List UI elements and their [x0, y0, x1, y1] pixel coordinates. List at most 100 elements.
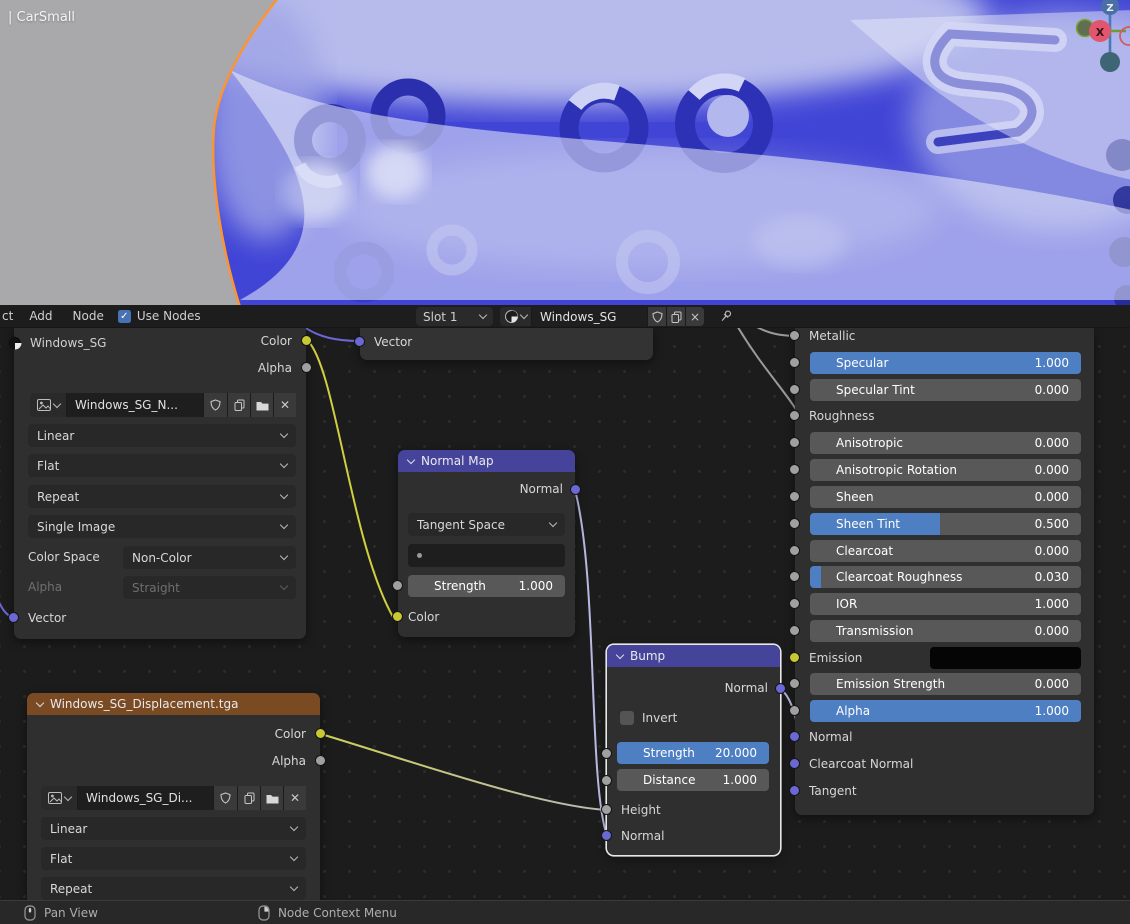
node-header[interactable]: Normal Map [398, 450, 575, 472]
space-dropdown[interactable]: Tangent Space [408, 513, 565, 536]
socket-ior-input[interactable] [789, 598, 800, 609]
socket-alpha-input[interactable] [789, 705, 800, 716]
node-image-texture-displacement[interactable]: Windows_SG_Displacement.tga Color Alpha … [27, 693, 326, 900]
invert-checkbox[interactable] [620, 711, 634, 725]
image-name-field[interactable]: Windows_SG_N... [66, 393, 203, 417]
material-slot-dropdown[interactable]: Slot 1 [416, 307, 493, 326]
socket-normal-input[interactable] [789, 731, 800, 742]
unlink-image-button[interactable]: ✕ [273, 393, 296, 417]
socket-metallic-input[interactable] [789, 330, 800, 341]
anisotropic-rotation-slider[interactable]: Anisotropic Rotation 0.000 [810, 459, 1081, 481]
material-name-field[interactable]: Windows_SG [532, 307, 647, 326]
socket-roughness-input[interactable] [789, 410, 800, 421]
socket-specular-tint-input[interactable] [789, 384, 800, 395]
sheen-tint-slider[interactable]: Sheen Tint 0.500 [810, 513, 1081, 535]
extension-dropdown[interactable]: Repeat [28, 485, 296, 508]
3d-viewport[interactable]: Z X | CarSmall [0, 0, 1130, 305]
specular-tint-slider[interactable]: Specular Tint 0.000 [810, 379, 1081, 401]
node-header[interactable]: Bump [607, 645, 780, 667]
projection-dropdown[interactable]: Flat [41, 847, 306, 870]
projection-dropdown[interactable]: Flat [28, 454, 296, 477]
node-editor-canvas[interactable]: Windows_SG Color Alpha Windows_SG_N... ✕… [0, 328, 1130, 900]
menu-node[interactable]: Node [63, 309, 114, 323]
socket-vector-input[interactable] [8, 612, 19, 623]
collapse-chevron-icon[interactable] [406, 455, 416, 464]
node-normal-map[interactable]: Normal Map Normal Tangent Space Strength… [392, 450, 581, 637]
anisotropic-slider[interactable]: Anisotropic 0.000 [810, 432, 1081, 454]
clearcoat-roughness-slider[interactable]: Clearcoat Roughness 0.030 [810, 566, 1081, 588]
strength-slider[interactable]: Strength 20.000 [617, 742, 769, 764]
socket-alpha-output[interactable] [315, 755, 326, 766]
image-name-field[interactable]: Windows_SG_Di... [77, 786, 213, 810]
socket-anisotropic-rotation-input[interactable] [789, 464, 800, 475]
node-principled-bsdf[interactable]: Metallic Specular 1.000 Specular Tint 0.… [789, 328, 1094, 815]
socket-normal-output[interactable] [570, 484, 581, 495]
socket-sheen-tint-input[interactable] [789, 518, 800, 529]
copy-image-button[interactable] [237, 786, 260, 810]
collapse-chevron-icon[interactable] [615, 650, 625, 659]
menu-add[interactable]: Add [19, 309, 62, 323]
socket-sheen-input[interactable] [789, 491, 800, 502]
socket-emission-input[interactable] [789, 652, 800, 663]
use-nodes-checkbox[interactable]: ✓ [117, 309, 131, 323]
socket-clearcoat-normal-input[interactable] [789, 758, 800, 769]
node-bump[interactable]: Bump Normal Invert Strength 20.000 Dista… [601, 645, 786, 855]
alpha-mode-dropdown[interactable]: Straight [123, 576, 296, 599]
socket-anisotropic-input[interactable] [789, 437, 800, 448]
socket-clearcoat-input[interactable] [789, 545, 800, 556]
node-image-texture-normal[interactable]: Color Alpha Windows_SG_N... ✕ Linear Fla… [8, 328, 312, 639]
emission-color-swatch[interactable] [930, 647, 1081, 669]
socket-height-input[interactable] [601, 804, 612, 815]
image-browse-button[interactable] [41, 786, 77, 810]
open-image-button[interactable] [250, 393, 273, 417]
ior-slider[interactable]: IOR 1.000 [810, 593, 1081, 615]
socket-color-input[interactable] [392, 611, 403, 622]
socket-emission-strength-input[interactable] [789, 678, 800, 689]
socket-color-output[interactable] [315, 728, 326, 739]
specular-slider[interactable]: Specular 1.000 [810, 352, 1081, 374]
interpolation-dropdown[interactable]: Linear [28, 424, 296, 447]
interpolation-dropdown[interactable]: Linear [41, 817, 306, 840]
gizmo-z-label[interactable]: Z [1106, 3, 1113, 14]
fake-user-shield-button[interactable] [203, 393, 227, 417]
unlink-material-button[interactable]: × [685, 307, 704, 326]
clearcoat-slider[interactable]: Clearcoat 0.000 [810, 540, 1081, 562]
socket-transmission-input[interactable] [789, 625, 800, 636]
unlink-image-button[interactable]: ✕ [283, 786, 306, 810]
menu-select-clipped[interactable]: ct [0, 309, 19, 323]
socket-strength-input[interactable] [601, 748, 612, 759]
socket-color-output[interactable] [301, 335, 312, 346]
transmission-slider[interactable]: Transmission 0.000 [810, 620, 1081, 642]
invert-toggle[interactable]: Invert [620, 711, 677, 725]
socket-vector-input[interactable] [354, 336, 365, 347]
open-image-button[interactable] [260, 786, 283, 810]
node-header[interactable]: Windows_SG_Displacement.tga [27, 693, 320, 715]
socket-specular-input[interactable] [789, 357, 800, 368]
socket-alpha-output[interactable] [301, 362, 312, 373]
copy-image-button[interactable] [227, 393, 250, 417]
fake-user-shield-button[interactable] [647, 307, 666, 326]
strength-slider[interactable]: Strength 1.000 [408, 575, 565, 597]
use-nodes-toggle[interactable]: ✓ Use Nodes [117, 309, 201, 323]
distance-slider[interactable]: Distance 1.000 [617, 769, 769, 791]
new-material-copy-button[interactable] [666, 307, 685, 326]
pin-icon[interactable] [719, 309, 734, 324]
extension-dropdown[interactable]: Repeat [41, 877, 306, 900]
material-browse-dropdown[interactable] [500, 307, 532, 326]
fake-user-shield-button[interactable] [213, 786, 237, 810]
socket-strength-input[interactable] [392, 580, 403, 591]
socket-clearcoat-roughness-input[interactable] [789, 571, 800, 582]
emission-strength-slider[interactable]: Emission Strength 0.000 [810, 673, 1081, 695]
socket-normal-output[interactable] [775, 683, 786, 694]
alpha-slider[interactable]: Alpha 1.000 [810, 700, 1081, 722]
socket-tangent-input[interactable] [789, 785, 800, 796]
image-browse-button[interactable] [30, 393, 66, 417]
socket-distance-input[interactable] [601, 775, 612, 786]
gizmo-x-label[interactable]: X [1096, 26, 1105, 39]
socket-normal-input[interactable] [601, 830, 612, 841]
node-fragment-vector[interactable]: Vector [354, 328, 653, 360]
collapse-chevron-icon[interactable] [35, 698, 45, 707]
source-dropdown[interactable]: Single Image [28, 515, 296, 538]
sheen-slider[interactable]: Sheen 0.000 [810, 486, 1081, 508]
color-space-dropdown[interactable]: Non-Color [123, 546, 296, 569]
